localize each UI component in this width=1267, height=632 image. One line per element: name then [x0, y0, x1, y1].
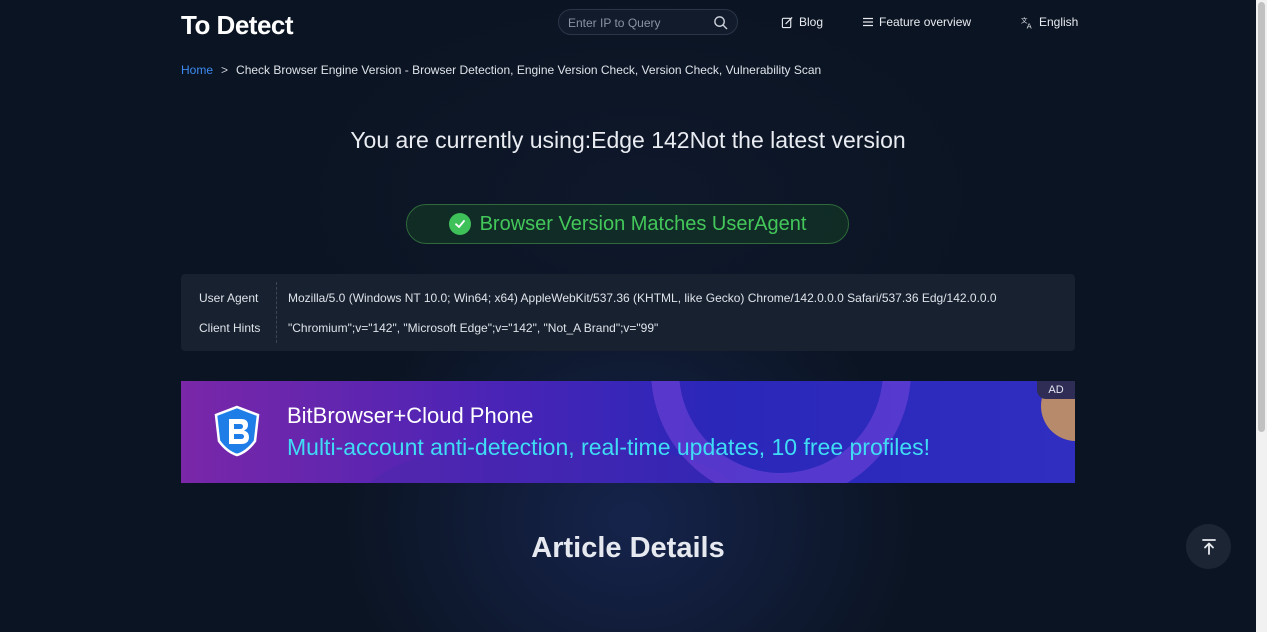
client-hints-row: Client Hints "Chromium";v="142", "Micros…	[181, 318, 658, 338]
menu-icon	[863, 17, 873, 27]
scrollbar-thumb[interactable]	[1258, 2, 1265, 432]
breadcrumb-home-link[interactable]: Home	[181, 63, 213, 77]
user-agent-label: User Agent	[199, 291, 259, 305]
site-logo[interactable]: To Detect	[181, 10, 294, 40]
translate-icon: 文 A	[1021, 16, 1032, 29]
version-match-badge: Browser Version Matches UserAgent	[406, 204, 849, 244]
user-agent-card: User Agent Mozilla/5.0 (Windows NT 10.0;…	[181, 274, 1075, 351]
edit-icon	[781, 16, 793, 28]
article-details-heading: Article Details	[531, 532, 725, 564]
arrow-up-icon	[1201, 538, 1216, 555]
ad-label-badge: AD	[1037, 381, 1075, 399]
ad-title: BitBrowser+Cloud Phone	[287, 403, 534, 428]
check-circle-icon	[448, 213, 471, 235]
ad-banner[interactable]: BitBrowser+Cloud Phone Multi-account ant…	[181, 381, 1075, 483]
user-agent-value: Mozilla/5.0 (Windows NT 10.0; Win64; x64…	[288, 291, 997, 305]
svg-text:A: A	[1027, 21, 1032, 28]
nav-blog-label: Blog	[799, 15, 824, 29]
search-icon[interactable]	[713, 15, 728, 30]
client-hints-value: "Chromium";v="142", "Microsoft Edge";v="…	[288, 321, 659, 335]
breadcrumb-separator: >	[221, 63, 229, 77]
nav-feature-overview[interactable]: Feature overview	[862, 14, 971, 30]
page: To Detect Blog Feature overview 文 A Engl…	[0, 0, 1256, 632]
page-scrollbar[interactable]	[1256, 0, 1267, 632]
nav-feature-overview-label: Feature overview	[879, 15, 972, 29]
user-agent-row: User Agent Mozilla/5.0 (Windows NT 10.0;…	[181, 288, 997, 308]
ad-subtitle: Multi-account anti-detection, real-time …	[287, 434, 931, 460]
search-input[interactable]	[568, 14, 708, 31]
search-box	[558, 9, 738, 35]
back-to-top-button[interactable]	[1186, 524, 1231, 569]
breadcrumb: Home > Check Browser Engine Version - Brow…	[181, 63, 821, 77]
version-match-text: Browser Version Matches UserAgent	[479, 212, 807, 235]
nav-blog[interactable]: Blog	[781, 14, 823, 30]
nav-language[interactable]: 文 A English	[1021, 14, 1078, 30]
nav-language-label: English	[1039, 15, 1079, 29]
client-hints-label: Client Hints	[199, 321, 261, 335]
bitbrowser-logo-icon	[214, 405, 260, 457]
browser-version-headline: You are currently using:Edge 142Not the …	[350, 127, 906, 153]
breadcrumb-current: Check Browser Engine Version - Browser D…	[236, 63, 822, 77]
